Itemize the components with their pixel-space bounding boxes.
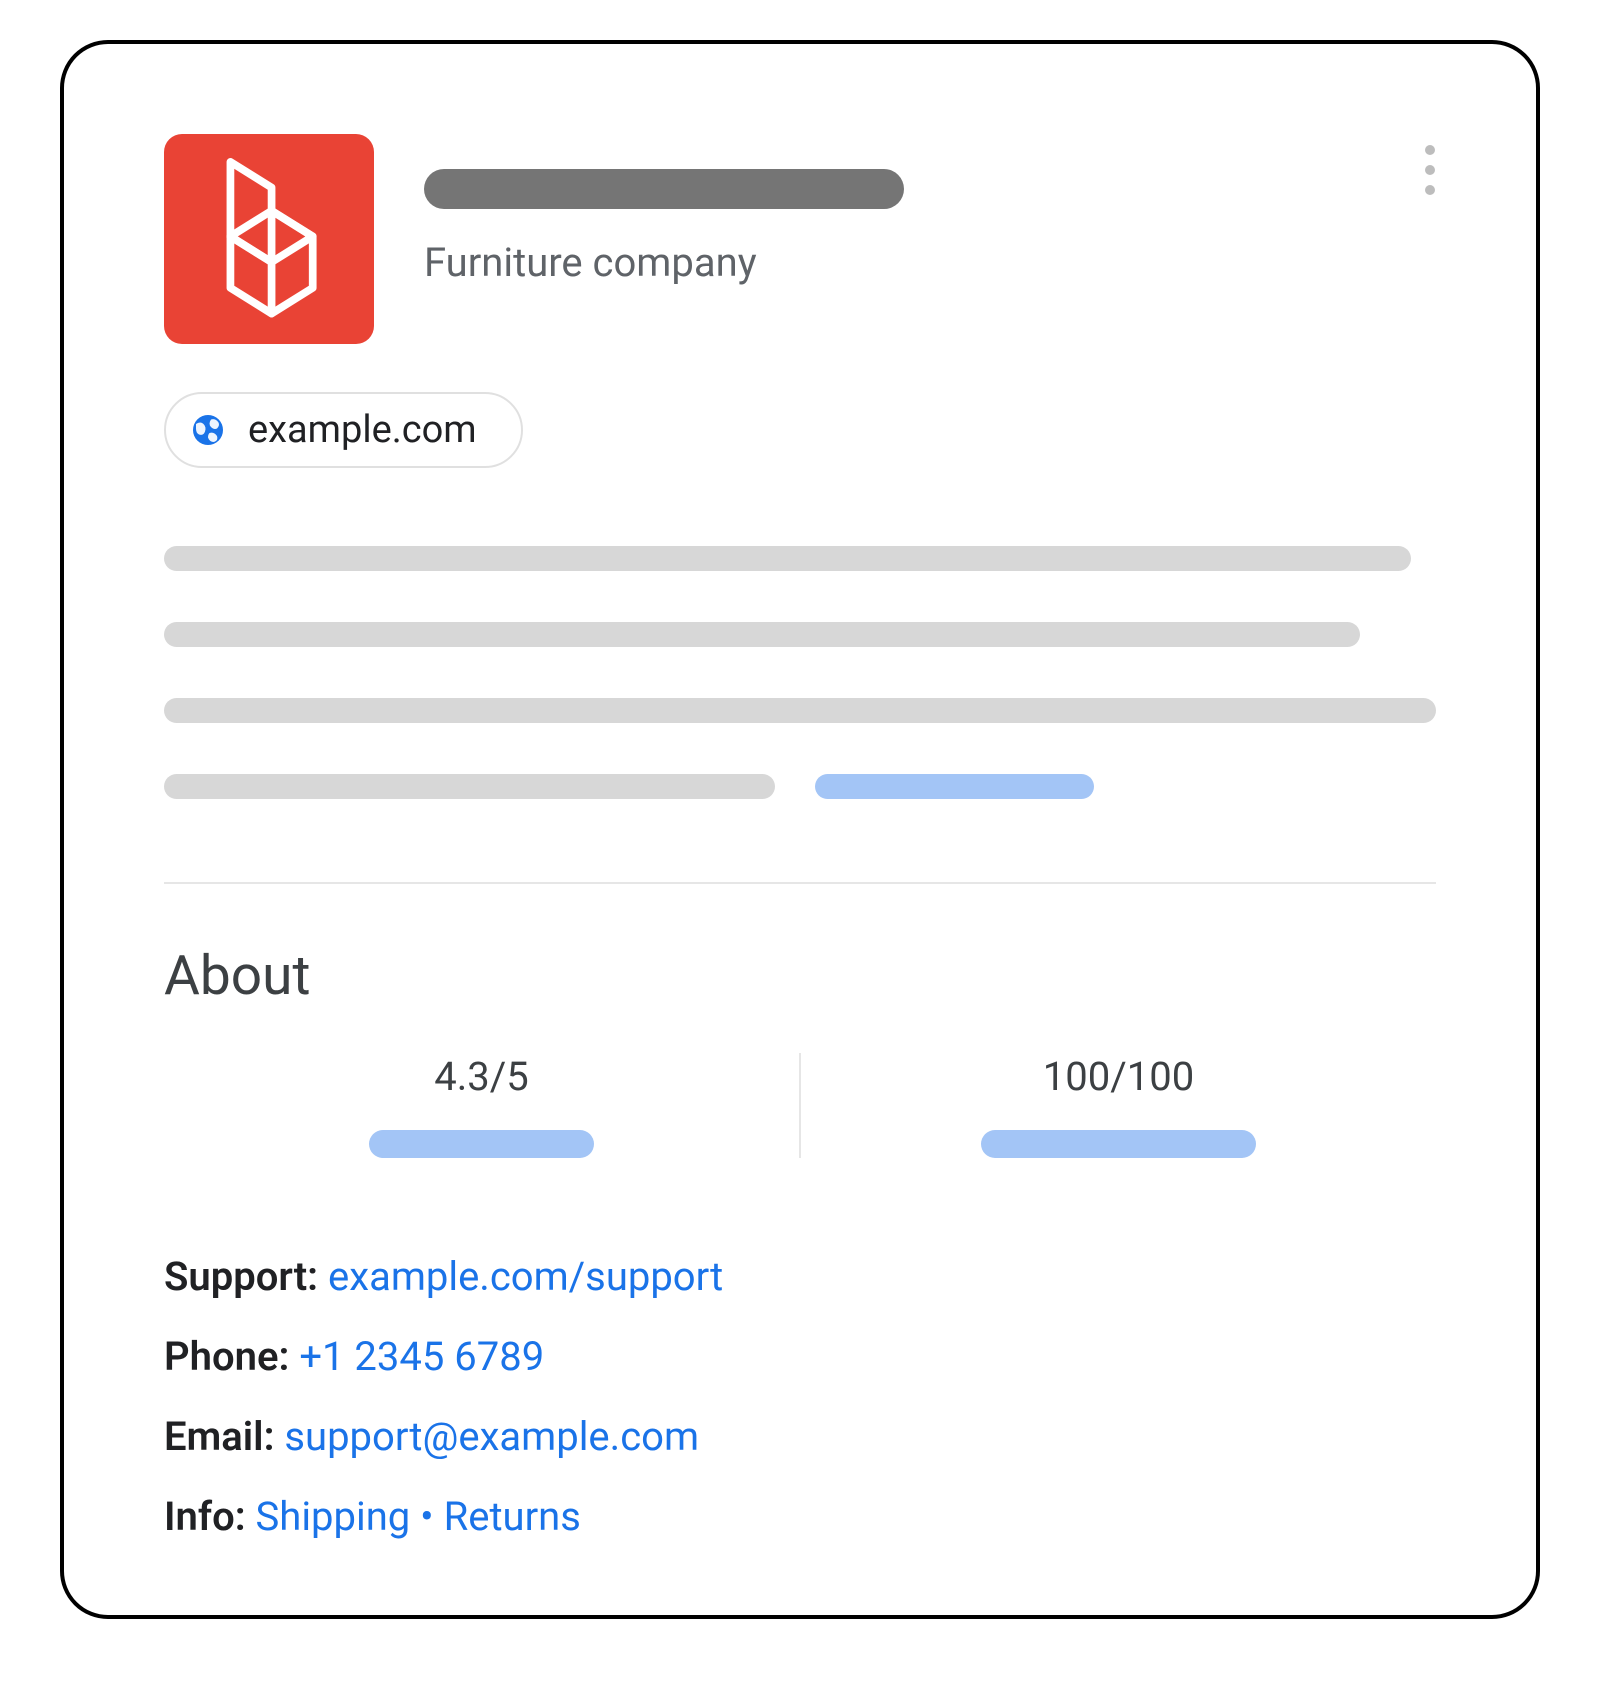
phone-label: Phone: xyxy=(164,1333,289,1380)
text-placeholder-line xyxy=(164,622,1360,647)
metric-label-placeholder xyxy=(981,1130,1256,1158)
contact-info-block: Support: example.com/support Phone: +1 2… xyxy=(164,1253,1436,1540)
phone-line: Phone: +1 2345 6789 xyxy=(164,1333,1436,1380)
about-heading: About xyxy=(164,944,1436,1008)
support-line: Support: example.com/support xyxy=(164,1253,1436,1300)
returns-link[interactable]: Returns xyxy=(444,1493,581,1540)
metric-score-value: 100/100 xyxy=(1043,1053,1194,1100)
header-row: Furniture company xyxy=(164,134,1436,344)
company-logo xyxy=(164,134,374,344)
link-placeholder[interactable] xyxy=(815,774,1095,799)
metric-rating: 4.3/5 xyxy=(164,1053,799,1158)
info-separator: • xyxy=(420,1493,443,1540)
metrics-row: 4.3/5 100/100 xyxy=(164,1053,1436,1158)
company-name-placeholder xyxy=(424,169,904,209)
knowledge-panel-card: Furniture company example.com About 4.3/… xyxy=(60,40,1540,1619)
info-more-label: Info: xyxy=(164,1493,246,1540)
section-divider xyxy=(164,882,1436,884)
metric-score: 100/100 xyxy=(801,1053,1436,1158)
text-placeholder-line xyxy=(164,698,1436,723)
globe-icon xyxy=(190,412,226,448)
company-category: Furniture company xyxy=(424,239,1436,286)
description-placeholder-block xyxy=(164,546,1436,799)
info-more-line: Info: Shipping • Returns xyxy=(164,1493,1436,1540)
phone-link[interactable]: +1 2345 6789 xyxy=(299,1333,544,1380)
email-label: Email: xyxy=(164,1413,274,1460)
email-line: Email: support@example.com xyxy=(164,1413,1436,1460)
website-chip[interactable]: example.com xyxy=(164,392,523,468)
support-link[interactable]: example.com/support xyxy=(328,1253,723,1300)
shipping-link[interactable]: Shipping xyxy=(256,1493,411,1540)
metric-label-placeholder xyxy=(369,1130,594,1158)
header-text-column: Furniture company xyxy=(424,134,1436,286)
chair-icon xyxy=(204,149,334,329)
text-placeholder-line xyxy=(164,774,775,799)
email-link[interactable]: support@example.com xyxy=(284,1413,699,1460)
metric-rating-value: 4.3/5 xyxy=(434,1053,529,1100)
website-chip-label: example.com xyxy=(248,408,477,452)
text-placeholder-line xyxy=(164,546,1411,571)
support-label: Support: xyxy=(164,1253,318,1300)
